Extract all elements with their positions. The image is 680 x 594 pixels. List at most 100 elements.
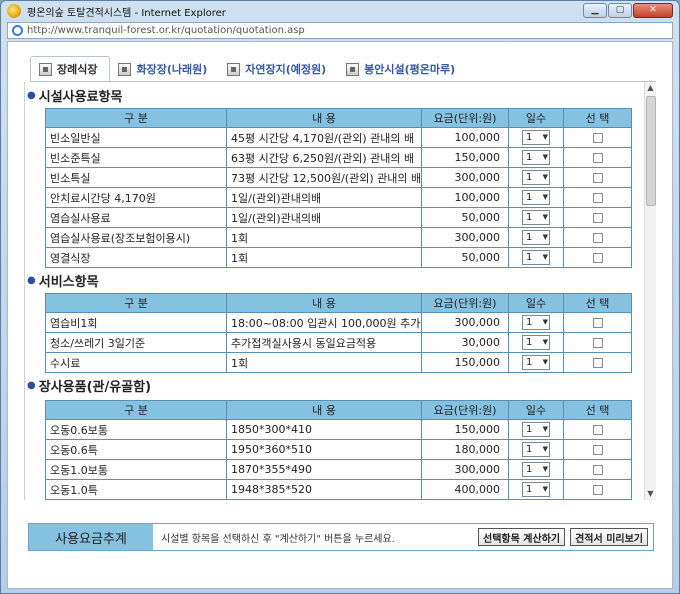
item-price: 50,000	[421, 247, 509, 268]
table-row: 빈소준특실 63평 시간당 6,250원/(관외) 관내의 배 150,000 1	[45, 147, 632, 168]
days-select[interactable]: 1	[522, 170, 550, 185]
days-select[interactable]: 1	[522, 130, 550, 145]
tab-icon	[118, 62, 132, 76]
item-price: 300,000	[421, 167, 509, 188]
minimize-button[interactable]: ▁	[583, 3, 607, 18]
section-title-text: 서비스항목	[38, 275, 99, 290]
item-name: 염습실사용료(장조보험이용시)	[45, 227, 227, 248]
table-row: 청소/쓰레기 3일기준 추가접객실사용시 동일요금적용 30,000 1	[45, 332, 632, 353]
col-header-select: 선 택	[563, 400, 632, 420]
tab-columbarium[interactable]: 봉안시설(평온마루)	[338, 56, 467, 82]
section-title-service: ● 서비스항목	[27, 271, 99, 290]
days-cell: 1	[508, 207, 564, 228]
app-icon	[7, 4, 21, 18]
col-header-days: 일수	[508, 400, 564, 420]
select-checkbox[interactable]	[592, 233, 603, 243]
select-cell	[563, 332, 632, 353]
days-select[interactable]: 1	[522, 230, 550, 245]
preview-quote-button[interactable]: 견적서 미리보기	[570, 528, 648, 546]
item-price: 300,000	[421, 312, 509, 333]
scroll-thumb[interactable]	[646, 96, 656, 206]
select-checkbox[interactable]	[592, 213, 603, 223]
section-title-facility: ● 시설사용료항목	[27, 86, 122, 105]
item-price: 30,000	[421, 332, 509, 353]
days-select[interactable]: 1	[522, 190, 550, 205]
tab-funeral-hall[interactable]: 장례식장	[30, 56, 111, 82]
days-cell: 1	[508, 167, 564, 188]
item-description: 1850*300*410	[226, 419, 422, 440]
maximize-button[interactable]: ▢	[608, 3, 632, 18]
item-name: 염습비1회	[45, 312, 227, 333]
days-select[interactable]: 1	[522, 442, 550, 457]
tab-icon	[346, 62, 360, 76]
col-header-content: 내 용	[226, 108, 422, 128]
select-checkbox[interactable]	[592, 253, 603, 263]
select-checkbox[interactable]	[592, 338, 603, 348]
select-cell	[563, 439, 632, 460]
days-select[interactable]: 1	[522, 315, 550, 330]
vertical-scrollbar[interactable]: ▲ ▼	[644, 82, 656, 500]
supplies-table: 구 분 내 용 요금(단위:원) 일수 선 택 오동0.6보통 1850*300*…	[45, 400, 632, 500]
address-bar[interactable]: http://www.tranquil-forest.or.kr/quotati…	[7, 22, 673, 39]
item-name: 오동0.6보통	[45, 419, 227, 440]
table-row: 빈소일반실 45평 시간당 4,170원/(관외) 관내의 배 100,000 1	[45, 127, 632, 148]
item-price: 100,000	[421, 187, 509, 208]
bullet-icon: ●	[27, 380, 36, 391]
item-name: 빈소준특실	[45, 147, 227, 168]
item-description: 1948*385*520	[226, 479, 422, 500]
scroll-up-icon[interactable]: ▲	[645, 82, 656, 94]
select-checkbox[interactable]	[592, 173, 603, 183]
select-checkbox[interactable]	[592, 133, 603, 143]
usage-fee-bar: 사용요금추계 시설별 항목을 선택하신 후 "계산하기" 버튼을 누르세요. 선…	[28, 523, 654, 551]
table-row: 오동0.6보통 1850*300*410 150,000 1	[45, 419, 632, 440]
select-checkbox[interactable]	[592, 193, 603, 203]
days-select[interactable]: 1	[522, 150, 550, 165]
item-name: 오동0.6특	[45, 439, 227, 460]
days-select[interactable]: 1	[522, 335, 550, 350]
select-cell	[563, 247, 632, 268]
col-header-price: 요금(단위:원)	[421, 108, 509, 128]
close-button[interactable]: ✕	[633, 3, 673, 18]
select-checkbox[interactable]	[592, 465, 603, 475]
select-checkbox[interactable]	[592, 425, 603, 435]
table-row: 오동1.0보통 1870*355*490 300,000 1	[45, 459, 632, 480]
section-title-supplies: ● 장사용품(관/유골함)	[27, 376, 151, 395]
page-content: 장례식장 화장장(나래원) 자연장지(예정원) 봉안시설(평온마루) ● 시설사…	[7, 41, 673, 589]
item-price: 150,000	[421, 419, 509, 440]
col-header-content: 내 용	[226, 400, 422, 420]
days-select[interactable]: 1	[522, 482, 550, 497]
item-description: 추가접객실사용시 동일요금적용	[226, 332, 422, 353]
item-price: 300,000	[421, 227, 509, 248]
calculate-button[interactable]: 선택항목 계산하기	[478, 528, 566, 546]
item-name: 청소/쓰레기 3일기준	[45, 332, 227, 353]
select-checkbox[interactable]	[592, 485, 603, 495]
table-row: 염습실사용료(장조보험이용시) 1회 300,000 1	[45, 227, 632, 248]
col-header-price: 요금(단위:원)	[421, 400, 509, 420]
tab-crematorium[interactable]: 화장장(나래원)	[110, 56, 219, 82]
days-select[interactable]: 1	[522, 250, 550, 265]
days-select[interactable]: 1	[522, 355, 550, 370]
scroll-down-icon[interactable]: ▼	[645, 488, 656, 500]
item-name: 영결식장	[45, 247, 227, 268]
col-header-select: 선 택	[563, 108, 632, 128]
section-title-text: 시설사용료항목	[38, 90, 123, 105]
select-checkbox[interactable]	[592, 445, 603, 455]
select-cell	[563, 459, 632, 480]
table-row: 오동0.6특 1950*360*510 180,000 1	[45, 439, 632, 460]
days-select[interactable]: 1	[522, 462, 550, 477]
select-checkbox[interactable]	[592, 358, 603, 368]
days-select[interactable]: 1	[522, 422, 550, 437]
days-select[interactable]: 1	[522, 210, 550, 225]
col-header-price: 요금(단위:원)	[421, 293, 509, 313]
days-cell: 1	[508, 332, 564, 353]
item-price: 300,000	[421, 459, 509, 480]
item-name: 오동1.0보통	[45, 459, 227, 480]
item-name: 안치료시간당 4,170원	[45, 187, 227, 208]
days-cell: 1	[508, 459, 564, 480]
tab-natural-burial[interactable]: 자연장지(예정원)	[219, 56, 338, 82]
instruction-text: 시설별 항목을 선택하신 후 "계산하기" 버튼을 누르세요.	[161, 533, 395, 545]
select-checkbox[interactable]	[592, 318, 603, 328]
select-checkbox[interactable]	[592, 153, 603, 163]
quotation-scroll-area[interactable]: ● 시설사용료항목 구 분 내 용 요금(단위:원) 일수 선 택 빈소일반실 4…	[24, 82, 656, 500]
item-description: 1회	[226, 247, 422, 268]
